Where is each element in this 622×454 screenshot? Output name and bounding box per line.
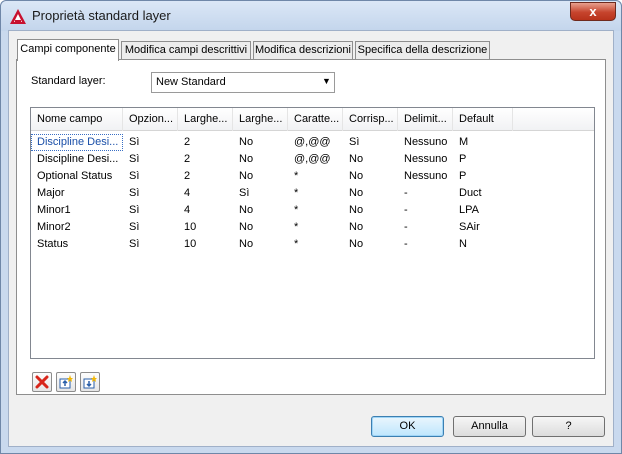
column-header-nome-campo[interactable]: Nome campo — [31, 108, 123, 131]
cell-caratteri: * — [294, 204, 299, 216]
cell-corrispondenza: Sì — [349, 136, 360, 148]
table-row[interactable]: Major Sì 4 Sì * No - Duct — [31, 185, 594, 202]
tab-modifica-campi-descrittivi[interactable]: Modifica campi descrittivi — [121, 41, 251, 59]
column-header-caratteri[interactable]: Caratte... — [288, 108, 343, 131]
cell-caratteri: * — [294, 170, 299, 182]
cell-larghezza-2: Sì — [239, 187, 250, 199]
cell-larghezza-1: 4 — [184, 204, 191, 216]
cell-larghezza-2: No — [239, 238, 254, 250]
cell-caratteri: * — [294, 187, 299, 199]
cell-opzionale: Sì — [129, 170, 140, 182]
cell-default: M — [459, 136, 469, 148]
table-row[interactable]: Minor2 Sì 10 No * No - SAir — [31, 219, 594, 236]
ok-button[interactable]: OK — [371, 416, 444, 437]
cell-larghezza-1: 2 — [184, 153, 191, 165]
cell-nome-campo: Major — [37, 187, 65, 199]
cell-opzionale: Sì — [129, 238, 140, 250]
cell-opzionale: Sì — [129, 153, 140, 165]
cell-nome-campo: Minor2 — [37, 221, 71, 233]
cell-corrispondenza: No — [349, 204, 364, 216]
cell-opzionale: Sì — [129, 136, 140, 148]
cell-caratteri: * — [294, 238, 299, 250]
table-row[interactable]: Optional Status Sì 2 No * No Nessuno P — [31, 168, 594, 185]
tab-specifica-descrizione[interactable]: Specifica della descrizione — [355, 41, 490, 59]
insert-above-icon — [59, 375, 73, 389]
cell-larghezza-2: No — [239, 170, 254, 182]
title-bar[interactable]: Proprietà standard layer x — [1, 1, 621, 31]
cancel-button[interactable]: Annulla — [453, 416, 526, 437]
column-header-opzionale[interactable]: Opzion... — [123, 108, 178, 131]
cell-nome-campo: Status — [37, 238, 69, 250]
cell-delimitatore: - — [404, 204, 408, 216]
cell-default: Duct — [459, 187, 482, 199]
cell-larghezza-1: 2 — [184, 170, 191, 182]
cell-caratteri: * — [294, 221, 299, 233]
cell-larghezza-2: No — [239, 153, 254, 165]
cell-nome-campo: Minor1 — [37, 204, 71, 216]
column-header-larghezza-1[interactable]: Larghe... — [178, 108, 233, 131]
cell-delimitatore: Nessuno — [404, 170, 448, 182]
delete-field-button[interactable] — [32, 372, 52, 392]
cell-nome-campo: Discipline Desi... — [37, 153, 119, 165]
cell-opzionale: Sì — [129, 204, 140, 216]
dialog-window: Proprietà standard layer x Campi compone… — [0, 0, 622, 454]
window-title: Proprietà standard layer — [32, 8, 171, 23]
cell-larghezza-2: No — [239, 204, 254, 216]
cell-default: P — [459, 153, 467, 165]
standard-layer-value: New Standard — [156, 76, 226, 88]
cell-nome-campo: Optional Status — [37, 170, 113, 182]
autocad-logo-icon — [10, 9, 26, 24]
cell-larghezza-1: 4 — [184, 187, 191, 199]
cell-corrispondenza: No — [349, 170, 364, 182]
cell-delimitatore: Nessuno — [404, 136, 448, 148]
table-row[interactable]: Discipline Desi... Sì 2 No @,@@ No Nessu… — [31, 151, 594, 168]
cell-caratteri: @,@@ — [294, 136, 331, 148]
cell-larghezza-2: No — [239, 221, 254, 233]
fields-table[interactable]: Nome campo Opzion... Larghe... Larghe...… — [30, 107, 595, 359]
chevron-down-icon: ▼ — [322, 76, 331, 86]
tab-campi-componente[interactable]: Campi componente — [17, 39, 119, 61]
cell-larghezza-1: 2 — [184, 136, 191, 148]
cell-default: SAir — [459, 221, 480, 233]
cell-larghezza-1: 10 — [184, 238, 197, 250]
delete-x-icon — [35, 375, 49, 389]
tab-modifica-descrizioni[interactable]: Modifica descrizioni — [253, 41, 353, 59]
insert-field-below-button[interactable] — [80, 372, 100, 392]
cell-default: LPA — [459, 204, 479, 216]
cell-corrispondenza: No — [349, 187, 364, 199]
cell-larghezza-1: 10 — [184, 221, 197, 233]
dialog-client-area: Campi componente Modifica campi descritt… — [8, 30, 614, 447]
standard-layer-label: Standard layer: — [31, 75, 106, 87]
table-header: Nome campo Opzion... Larghe... Larghe...… — [31, 108, 594, 131]
cell-default: N — [459, 238, 467, 250]
standard-layer-select[interactable]: New Standard ▼ — [151, 72, 335, 93]
cell-delimitatore: - — [404, 187, 408, 199]
insert-below-icon — [83, 375, 97, 389]
column-header-larghezza-2[interactable]: Larghe... — [233, 108, 288, 131]
column-header-delimitatore[interactable]: Delimit... — [398, 108, 453, 131]
table-row[interactable]: Status Sì 10 No * No - N — [31, 236, 594, 253]
cell-caratteri: @,@@ — [294, 153, 331, 165]
insert-field-above-button[interactable] — [56, 372, 76, 392]
table-row[interactable]: Discipline Desi... Sì 2 No @,@@ Sì Nessu… — [31, 134, 594, 151]
help-button[interactable]: ? — [532, 416, 605, 437]
column-header-corrispondenza[interactable]: Corrisp... — [343, 108, 398, 131]
cell-larghezza-2: No — [239, 136, 254, 148]
cell-delimitatore: Nessuno — [404, 153, 448, 165]
cell-default: P — [459, 170, 467, 182]
cell-delimitatore: - — [404, 221, 408, 233]
cell-opzionale: Sì — [129, 221, 140, 233]
close-button[interactable]: x — [570, 2, 616, 21]
cell-opzionale: Sì — [129, 187, 140, 199]
cell-delimitatore: - — [404, 238, 408, 250]
cell-nome-campo: Discipline Desi... — [31, 134, 123, 151]
cell-corrispondenza: No — [349, 221, 364, 233]
column-header-default[interactable]: Default — [453, 108, 513, 131]
cell-corrispondenza: No — [349, 153, 364, 165]
cell-corrispondenza: No — [349, 238, 364, 250]
table-row[interactable]: Minor1 Sì 4 No * No - LPA — [31, 202, 594, 219]
close-icon: x — [589, 4, 597, 19]
